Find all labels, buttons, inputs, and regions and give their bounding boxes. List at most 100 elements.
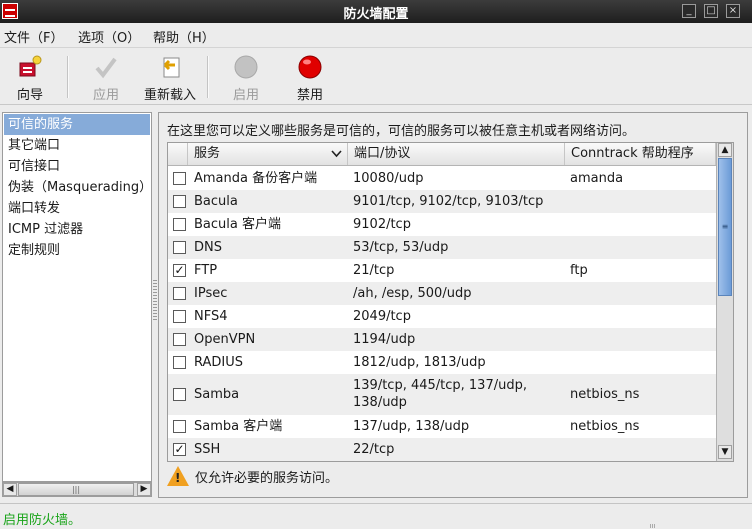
- service-checkbox[interactable]: ✓: [173, 443, 186, 456]
- checkmark-icon: [95, 57, 117, 79]
- table-row[interactable]: DNS 53/tcp, 53/udp: [168, 236, 716, 259]
- table-row[interactable]: NFS4 2049/tcp: [168, 305, 716, 328]
- table-row[interactable]: Bacula 客户端 9102/tcp: [168, 213, 716, 236]
- service-name: Amanda 备份客户端: [194, 171, 318, 186]
- sidebar-item-trusted-services[interactable]: 可信的服务: [4, 114, 150, 135]
- service-checkbox[interactable]: [173, 420, 186, 433]
- sidebar: 可信的服务 其它端口 可信接口 伪装（Masquerading） 端口转发 IC…: [2, 112, 152, 482]
- title-bar: 防火墙配置 _ □ ×: [0, 0, 752, 23]
- service-name: Bacula 客户端: [194, 217, 281, 232]
- table-row[interactable]: ✓ SSH 22/tcp: [168, 438, 716, 461]
- scroll-thumb[interactable]: |||: [18, 483, 134, 496]
- sidebar-item-icmp-filter[interactable]: ICMP 过滤器: [4, 219, 150, 240]
- service-port: 21/tcp: [353, 263, 395, 278]
- table-row[interactable]: RADIUS 1812/udp, 1813/udp: [168, 351, 716, 374]
- menu-help[interactable]: 帮助（H）: [153, 27, 215, 46]
- pane-splitter[interactable]: [153, 280, 157, 320]
- scroll-down-arrow-icon[interactable]: ▼: [718, 445, 732, 459]
- service-port: 9101/tcp, 9102/tcp, 9103/tcp: [353, 194, 544, 209]
- toolbar: 向导 应用 重新载入 启用 禁用: [0, 47, 752, 105]
- table-header: 服务 端口/协议 Conntrack 帮助程序: [168, 143, 716, 166]
- sidebar-item-port-forwarding[interactable]: 端口转发: [4, 198, 150, 219]
- service-port: 139/tcp, 445/tcp, 137/udp, 138/udp: [353, 378, 527, 410]
- service-name: Bacula: [194, 194, 238, 209]
- sort-chevron-down-icon: [331, 150, 342, 158]
- service-name: RADIUS: [194, 355, 244, 370]
- table-row[interactable]: IPsec/ah, /esp, 500/udp: [168, 282, 716, 305]
- service-checkbox[interactable]: [173, 388, 186, 401]
- service-checkbox[interactable]: [173, 172, 186, 185]
- header-service-label: 服务: [194, 146, 221, 161]
- service-helper: netbios_ns: [570, 419, 640, 434]
- reload-label: 重新载入: [143, 88, 196, 103]
- services-vertical-scrollbar[interactable]: ▲ ≡ ▼: [716, 143, 733, 461]
- service-port: 1812/udp, 1813/udp: [353, 355, 486, 370]
- reload-arrow-icon: [163, 57, 180, 78]
- wizard-label: 向导: [16, 88, 43, 103]
- sidebar-item-custom-rules[interactable]: 定制规则: [4, 240, 150, 261]
- service-checkbox[interactable]: [173, 310, 186, 323]
- minimize-button[interactable]: _: [682, 4, 696, 18]
- maximize-button[interactable]: □: [704, 4, 718, 18]
- resize-grip[interactable]: [650, 524, 656, 528]
- service-name: DNS: [194, 240, 222, 255]
- wizard-button[interactable]: 向导: [0, 54, 68, 103]
- window-title: 防火墙配置: [343, 7, 409, 22]
- sidebar-horizontal-scrollbar[interactable]: ◀ ||| ▶: [2, 482, 152, 497]
- panel-description: 在这里您可以定义哪些服务是可信的，可信的服务可以被任意主机或者网络访问。: [167, 124, 636, 139]
- table-row[interactable]: OpenVPN 1194/udp: [168, 328, 716, 351]
- table-row[interactable]: Samba 139/tcp, 445/tcp, 137/udp, 138/udp n…: [168, 374, 716, 415]
- sidebar-item-trusted-interfaces[interactable]: 可信接口: [4, 156, 150, 177]
- service-port: 10080/udp: [353, 171, 424, 186]
- table-row[interactable]: Bacula 9101/tcp, 9102/tcp, 9103/tcp: [168, 190, 716, 213]
- service-port: 22/tcp: [353, 442, 395, 457]
- menu-file[interactable]: 文件（F）: [4, 27, 63, 46]
- trusted-services-panel: 在这里您可以定义哪些服务是可信的，可信的服务可以被任意主机或者网络访问。 服务 …: [158, 112, 748, 498]
- service-port: 9102/tcp: [353, 217, 411, 232]
- menu-bar: 文件（F） 选项（O） 帮助（H）: [0, 23, 752, 47]
- sidebar-item-masquerading[interactable]: 伪装（Masquerading）: [4, 177, 152, 198]
- table-row[interactable]: Samba 客户端 137/udp, 138/udp netbios_ns: [168, 415, 716, 438]
- table-row[interactable]: ✓ FTP 21/tcp ftp: [168, 259, 716, 282]
- service-checkbox[interactable]: [173, 356, 186, 369]
- service-helper: ftp: [570, 263, 588, 278]
- header-check-column: [168, 143, 188, 165]
- scroll-thumb[interactable]: ≡: [718, 158, 732, 296]
- disable-button[interactable]: 禁用: [272, 54, 348, 103]
- scroll-up-arrow-icon[interactable]: ▲: [718, 143, 732, 157]
- warning-triangle-icon: !: [167, 466, 189, 486]
- service-checkbox[interactable]: [173, 218, 186, 231]
- service-port: 137/udp, 138/udp: [353, 419, 470, 434]
- close-button[interactable]: ×: [726, 4, 740, 18]
- service-helper: amanda: [570, 171, 624, 186]
- service-checkbox[interactable]: [173, 287, 186, 300]
- service-checkbox[interactable]: [173, 241, 186, 254]
- service-checkbox[interactable]: [173, 333, 186, 346]
- service-name: FTP: [194, 263, 218, 278]
- service-port: 2049/tcp: [353, 309, 411, 324]
- menu-options[interactable]: 选项（O）: [78, 27, 140, 46]
- service-port: 53/tcp, 53/udp: [353, 240, 449, 255]
- service-name: Samba: [194, 387, 240, 402]
- gray-circle-icon: [234, 55, 258, 79]
- sidebar-item-other-ports[interactable]: 其它端口: [4, 135, 150, 156]
- wizard-icon: [19, 55, 42, 77]
- service-port: /ah, /esp, 500/udp: [353, 286, 472, 301]
- service-port: 1194/udp: [353, 332, 416, 347]
- header-port[interactable]: 端口/协议: [348, 143, 565, 165]
- service-name: SSH: [194, 442, 221, 457]
- warning-text: 仅允许必要的服务访问。: [195, 471, 339, 486]
- scroll-left-arrow-icon[interactable]: ◀: [3, 483, 17, 496]
- reload-button[interactable]: 重新载入: [132, 54, 208, 103]
- disable-label: 禁用: [296, 88, 323, 103]
- status-text: 启用防火墙。: [3, 513, 82, 528]
- scroll-right-arrow-icon[interactable]: ▶: [137, 483, 151, 496]
- table-row[interactable]: Amanda 备份客户端 10080/udp amanda: [168, 167, 716, 190]
- status-bar: 启用防火墙。: [0, 503, 752, 529]
- service-name: Samba 客户端: [194, 419, 283, 434]
- header-service[interactable]: 服务: [188, 143, 348, 165]
- service-checkbox[interactable]: ✓: [173, 264, 186, 277]
- header-conntrack[interactable]: Conntrack 帮助程序: [565, 143, 716, 165]
- red-circle-icon: [298, 55, 322, 79]
- service-checkbox[interactable]: [173, 195, 186, 208]
